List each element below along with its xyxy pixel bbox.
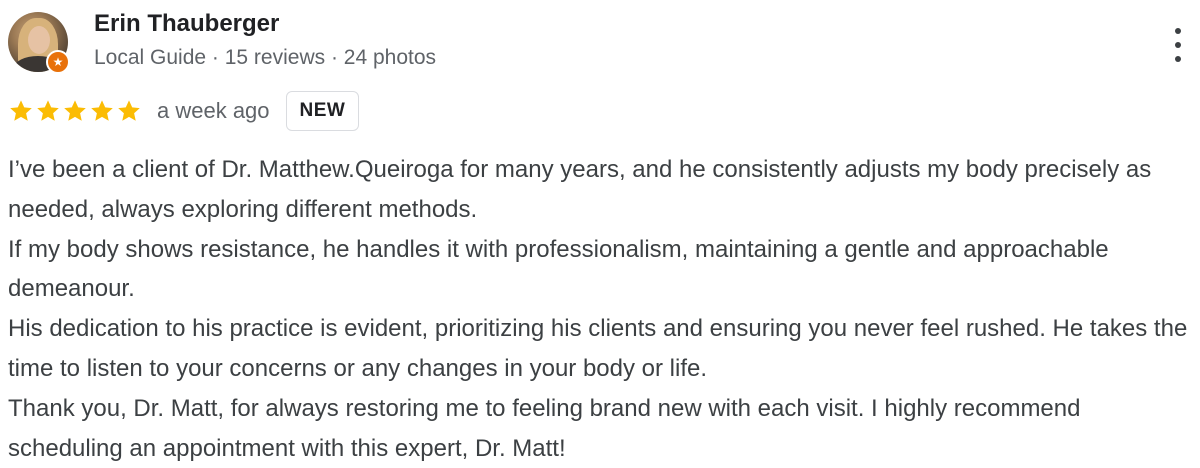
review-paragraph: His dedication to his practice is eviden… xyxy=(8,315,1188,382)
reviewer-meta: Local Guide · 15 reviews · 24 photos xyxy=(94,46,437,69)
star-icon xyxy=(37,100,59,121)
more-options-button[interactable] xyxy=(1168,28,1188,62)
star-rating xyxy=(8,98,143,124)
star-icon xyxy=(91,100,113,121)
reviewer-name[interactable]: Erin Thauberger xyxy=(94,10,279,38)
review-paragraph: Thank you, Dr. Matt, for always restorin… xyxy=(8,394,1081,462)
star-icon xyxy=(64,100,86,121)
review-time: a week ago xyxy=(157,98,270,123)
star-icon xyxy=(118,100,140,121)
review-text: I’ve been a client of Dr. Matthew.Queiro… xyxy=(8,150,1193,468)
review-paragraph: I’ve been a client of Dr. Matthew.Queiro… xyxy=(8,156,1152,223)
star-icon xyxy=(10,100,32,121)
local-guide-badge-icon: ★ xyxy=(46,50,70,74)
rating-row: a week ago NEW xyxy=(8,90,360,132)
new-badge: NEW xyxy=(285,91,360,131)
more-vert-icon xyxy=(1175,28,1181,34)
review-card: ★ Erin Thauberger Local Guide · 15 revie… xyxy=(0,0,1200,465)
review-paragraph: If my body shows resistance, he handles … xyxy=(8,235,1109,303)
